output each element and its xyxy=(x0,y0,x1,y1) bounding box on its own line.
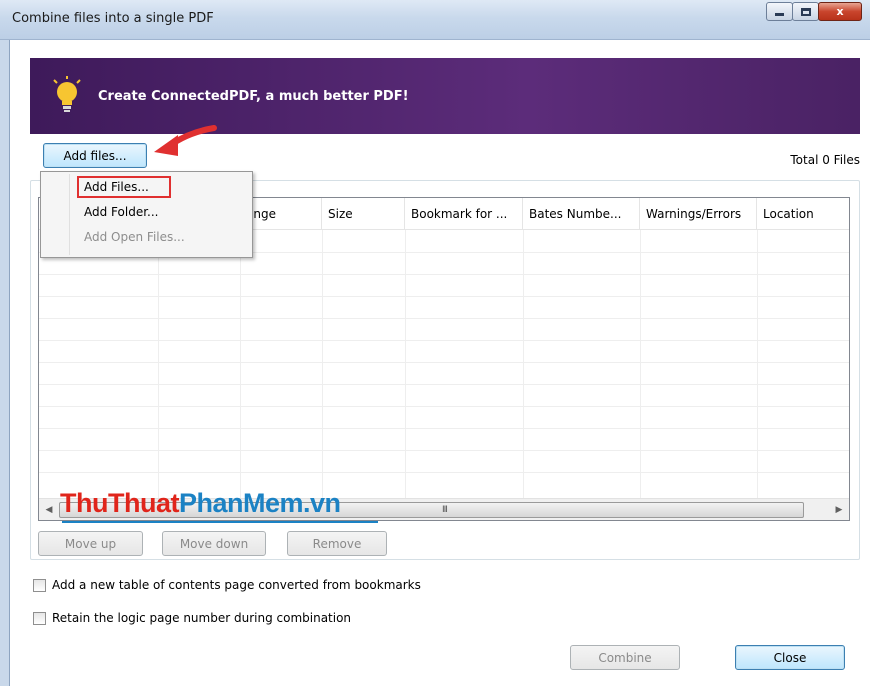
menu-item-add-files[interactable]: Add Files... xyxy=(84,180,149,194)
total-files-count: Total 0 Files xyxy=(790,153,860,167)
watermark-logo: ThuThuatPhanMem.vn xyxy=(60,488,341,519)
column-header-bookmark[interactable]: Bookmark for ... xyxy=(405,198,523,230)
window-title: Combine files into a single PDF xyxy=(12,11,214,26)
scroll-right-icon[interactable]: ▶ xyxy=(831,502,847,518)
column-header-warnings[interactable]: Warnings/Errors xyxy=(640,198,757,230)
move-up-button[interactable]: Move up xyxy=(38,531,143,556)
close-window-button[interactable]: x xyxy=(818,2,862,21)
move-down-button[interactable]: Move down xyxy=(162,531,266,556)
watermark-part-2: PhanMem xyxy=(178,488,304,518)
row-divider xyxy=(39,450,849,451)
row-divider xyxy=(39,428,849,429)
row-divider xyxy=(39,362,849,363)
banner-text: Create ConnectedPDF, a much better PDF! xyxy=(98,89,409,104)
column-divider xyxy=(158,230,159,498)
column-divider xyxy=(640,230,641,498)
combine-label: Combine xyxy=(598,650,652,665)
scrollbar-grip: III xyxy=(442,505,448,515)
column-header-bates[interactable]: Bates Numbe... xyxy=(523,198,640,230)
column-divider xyxy=(405,230,406,498)
column-divider xyxy=(757,230,758,498)
row-divider xyxy=(39,384,849,385)
maximize-icon xyxy=(800,7,811,16)
close-label: Close xyxy=(773,650,807,665)
combine-button[interactable]: Combine xyxy=(570,645,680,670)
row-divider xyxy=(39,340,849,341)
menu-item-add-open-files[interactable]: Add Open Files... xyxy=(84,230,185,244)
remove-button[interactable]: Remove xyxy=(287,531,387,556)
window-frame-left xyxy=(0,40,10,686)
row-divider xyxy=(39,318,849,319)
column-header-size[interactable]: Size xyxy=(322,198,405,230)
window-controls: x xyxy=(766,2,862,21)
column-divider xyxy=(523,230,524,498)
close-icon: x xyxy=(836,5,844,18)
remove-label: Remove xyxy=(312,536,362,551)
logic-page-checkbox[interactable] xyxy=(33,611,46,625)
toc-option-label: Add a new table of contents page convert… xyxy=(52,578,421,592)
row-divider xyxy=(39,472,849,473)
move-up-label: Move up xyxy=(64,536,117,551)
minimize-icon xyxy=(775,13,784,16)
minimize-button[interactable] xyxy=(766,2,793,21)
logic-page-option[interactable]: Retain the logic page number during comb… xyxy=(33,611,351,625)
column-divider xyxy=(322,230,323,498)
combine-dialog: Combine files into a single PDF x Create… xyxy=(0,0,870,686)
add-files-menu: Add Files... Add Folder... Add Open File… xyxy=(40,171,253,258)
menu-item-add-folder[interactable]: Add Folder... xyxy=(84,205,158,219)
row-divider xyxy=(39,406,849,407)
annotation-arrow-icon xyxy=(154,125,217,156)
lightbulb-icon xyxy=(53,76,81,112)
watermark-underline xyxy=(62,521,378,523)
menu-gutter xyxy=(69,174,70,255)
column-divider xyxy=(240,230,241,498)
toc-checkbox[interactable] xyxy=(33,578,46,592)
scroll-left-icon[interactable]: ◀ xyxy=(41,502,57,518)
close-button[interactable]: Close xyxy=(735,645,845,670)
move-down-label: Move down xyxy=(179,536,249,551)
title-bar[interactable]: Combine files into a single PDF x xyxy=(0,0,870,40)
maximize-button[interactable] xyxy=(792,2,819,21)
watermark-part-1: ThuThuat xyxy=(60,488,179,518)
add-files-label: Add files... xyxy=(63,148,127,163)
logic-page-option-label: Retain the logic page number during comb… xyxy=(52,611,352,625)
row-divider xyxy=(39,274,849,275)
add-files-button[interactable]: Add files... xyxy=(43,143,147,168)
row-divider xyxy=(39,296,849,297)
watermark-part-3: .vn xyxy=(303,488,341,518)
toc-option[interactable]: Add a new table of contents page convert… xyxy=(33,578,421,592)
column-header-location[interactable]: Location xyxy=(757,198,849,230)
